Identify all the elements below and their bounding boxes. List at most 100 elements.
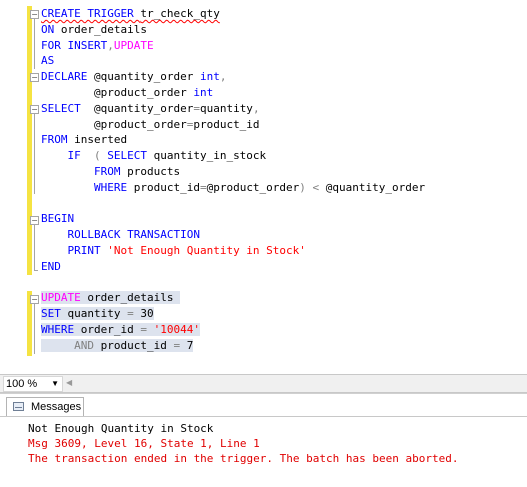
code-line[interactable]: IF ( SELECT quantity_in_stock bbox=[41, 148, 425, 164]
code-line[interactable]: SET quantity = 30 bbox=[41, 306, 425, 322]
code-token: = bbox=[199, 180, 207, 194]
code-line[interactable]: END bbox=[41, 259, 425, 275]
fold-collapse-icon[interactable]: − bbox=[30, 10, 39, 19]
code-token: ) < bbox=[299, 180, 326, 194]
code-line[interactable]: FROM inserted bbox=[41, 132, 425, 148]
code-token: int bbox=[199, 70, 220, 84]
code-token: order_details bbox=[87, 291, 181, 305]
code-token: WHERE bbox=[41, 180, 134, 194]
code-token: @quantity_order bbox=[325, 180, 426, 194]
code-line[interactable]: ROLLBACK TRANSACTION bbox=[41, 227, 425, 243]
code-token: @product_order bbox=[41, 85, 194, 99]
code-line[interactable]: UPDATE order_details bbox=[41, 290, 425, 306]
error-message: Msg 3609, Level 16, State 1, Line 1 bbox=[28, 437, 260, 450]
code-token: SELECT bbox=[41, 101, 94, 115]
code-token: UPDATE bbox=[41, 291, 88, 305]
change-bar-unsaved bbox=[27, 6, 32, 275]
code-token: SELECT bbox=[107, 149, 154, 163]
code-token: INSERT bbox=[67, 38, 108, 52]
code-line[interactable]: PRINT 'Not Enough Quantity in Stock' bbox=[41, 243, 425, 259]
editor-gutter bbox=[0, 0, 26, 374]
code-line[interactable]: DECLARE @quantity_order int, bbox=[41, 69, 425, 85]
code-token: , bbox=[252, 101, 260, 115]
code-token: product_id bbox=[100, 338, 174, 352]
code-token: CREATE TRIGGER bbox=[41, 7, 141, 20]
code-token: quantity bbox=[199, 101, 253, 115]
tab-messages[interactable]: Messages bbox=[6, 397, 84, 416]
code-line[interactable]: ON order_details bbox=[41, 22, 425, 38]
code-token: tr_check_qty bbox=[140, 7, 220, 20]
zoom-bar: 100 % ▼ ◀ bbox=[0, 374, 527, 393]
code-token: , bbox=[219, 70, 227, 84]
code-token: 'Not Enough Quantity in Stock' bbox=[107, 243, 306, 257]
code-token: DECLARE bbox=[41, 70, 94, 84]
code-lines[interactable]: CREATE TRIGGER tr_check_qty ON order_deta… bbox=[41, 6, 425, 354]
code-token: AS bbox=[41, 54, 55, 68]
code-token: END bbox=[41, 259, 61, 273]
code-token: products bbox=[127, 164, 181, 178]
code-line[interactable]: CREATE TRIGGER tr_check_qty bbox=[41, 6, 425, 22]
code-line[interactable]: BEGIN bbox=[41, 211, 425, 227]
code-token: IF bbox=[41, 149, 94, 163]
code-token: BEGIN bbox=[41, 212, 75, 226]
fold-guide bbox=[34, 304, 35, 354]
results-tabstrip: Messages bbox=[0, 394, 527, 417]
code-line[interactable]: FROM products bbox=[41, 164, 425, 180]
fold-collapse-icon[interactable]: − bbox=[30, 73, 39, 82]
code-token: quantity_in_stock bbox=[153, 149, 267, 163]
code-token: @quantity_order bbox=[93, 70, 200, 84]
code-line[interactable]: WHERE order_id = '10044' bbox=[41, 322, 425, 338]
code-token: product_id bbox=[193, 117, 260, 131]
zoom-value: 100 % bbox=[6, 378, 38, 390]
code-line[interactable]: WHERE product_id=@product_order) < @quan… bbox=[41, 180, 425, 196]
fold-collapse-icon[interactable]: − bbox=[30, 295, 39, 304]
code-line[interactable]: AND product_id = 7 bbox=[41, 338, 425, 354]
fold-guide bbox=[34, 19, 35, 69]
code-token: UPDATE bbox=[113, 38, 154, 52]
code-token: ( bbox=[93, 149, 108, 163]
fold-end bbox=[34, 270, 38, 271]
code-token: product_id bbox=[133, 180, 200, 194]
code-line[interactable] bbox=[41, 196, 425, 212]
code-token: ROLLBACK TRANSACTION bbox=[41, 228, 200, 242]
chevron-down-icon[interactable]: ▼ bbox=[51, 377, 59, 391]
code-token: AND bbox=[41, 338, 101, 352]
code-token: @quantity_order bbox=[93, 101, 194, 115]
code-line[interactable]: @product_order=product_id bbox=[41, 117, 425, 133]
messages-output[interactable]: Not Enough Quantity in Stock Msg 3609, Le… bbox=[28, 421, 458, 466]
code-line[interactable] bbox=[41, 275, 425, 291]
code-token: SET bbox=[41, 307, 68, 321]
code-token: '10044' bbox=[153, 322, 200, 336]
code-line[interactable]: FOR INSERT,UPDATE bbox=[41, 38, 425, 54]
code-token: WHERE bbox=[41, 322, 81, 336]
code-token: int bbox=[193, 85, 214, 99]
output-message: Not Enough Quantity in Stock bbox=[28, 422, 214, 435]
code-token: = bbox=[173, 338, 187, 352]
code-token: FROM bbox=[41, 133, 75, 147]
code-line[interactable]: SELECT @quantity_order=quantity, bbox=[41, 101, 425, 117]
triangle-left-icon[interactable]: ◀ bbox=[66, 376, 72, 390]
code-token: = bbox=[193, 101, 200, 115]
fold-guide bbox=[34, 225, 35, 270]
code-token: order_details bbox=[60, 22, 147, 36]
code-line[interactable]: @product_order int bbox=[41, 85, 425, 101]
code-token: inserted bbox=[74, 133, 128, 147]
code-token: 7 bbox=[186, 338, 194, 352]
fold-collapse-icon[interactable]: − bbox=[30, 105, 39, 114]
code-token: ON bbox=[41, 22, 61, 36]
query-editor[interactable]: − − − − − CREATE TRIGGER tr_check_qty ON … bbox=[0, 0, 527, 374]
code-token: FROM bbox=[41, 164, 128, 178]
code-token: order_id bbox=[80, 322, 141, 336]
code-token: , bbox=[107, 38, 114, 52]
code-token: = bbox=[140, 322, 154, 336]
code-token: FOR bbox=[41, 38, 68, 52]
code-token: = bbox=[127, 307, 141, 321]
fold-collapse-icon[interactable]: − bbox=[30, 216, 39, 225]
code-line[interactable]: AS bbox=[41, 53, 425, 69]
zoom-select[interactable]: 100 % ▼ bbox=[3, 376, 63, 392]
error-message: The transaction ended in the trigger. Th… bbox=[28, 452, 459, 465]
tab-label: Messages bbox=[31, 401, 82, 413]
code-token: PRINT bbox=[41, 243, 108, 257]
code-token: @product_order bbox=[206, 180, 300, 194]
code-token: quantity bbox=[67, 307, 128, 321]
